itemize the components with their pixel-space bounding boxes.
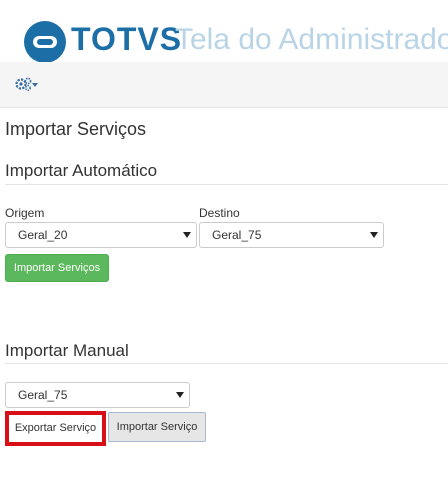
manual-service-select[interactable]: Geral_75 [5,382,190,408]
header: TOTVS Tela do Administrador [0,0,448,63]
page-title: Importar Serviços [5,119,147,139]
export-service-button[interactable]: Exportar Serviço [5,411,106,446]
caret-down-icon [176,392,184,398]
caret-down-icon [183,232,191,238]
origin-select[interactable]: Geral_20 [5,222,197,248]
origin-label: Origem [5,206,45,220]
auto-import-heading: Importar Automático [5,161,158,180]
origin-select-value: Geral_20 [18,228,68,242]
manual-import-heading: Importar Manual [5,341,129,360]
caret-down-icon [370,232,378,238]
destination-select-value: Geral_75 [212,228,262,242]
auto-import-divider [5,184,448,185]
import-services-button[interactable]: Importar Serviços [5,254,109,282]
gears-icon[interactable] [15,76,41,92]
destination-select[interactable]: Geral_75 [199,222,384,248]
navbar [0,62,448,108]
totvs-logo-icon [24,21,66,63]
import-service-button[interactable]: Importar Serviço [108,412,206,442]
brand-name: TOTVS [71,21,183,57]
manual-import-divider [5,363,448,364]
manual-select-value: Geral_75 [18,388,68,402]
caret-down-icon [32,83,38,87]
app-title: Tela do Administrador [175,23,448,56]
destination-label: Destino [199,206,240,220]
